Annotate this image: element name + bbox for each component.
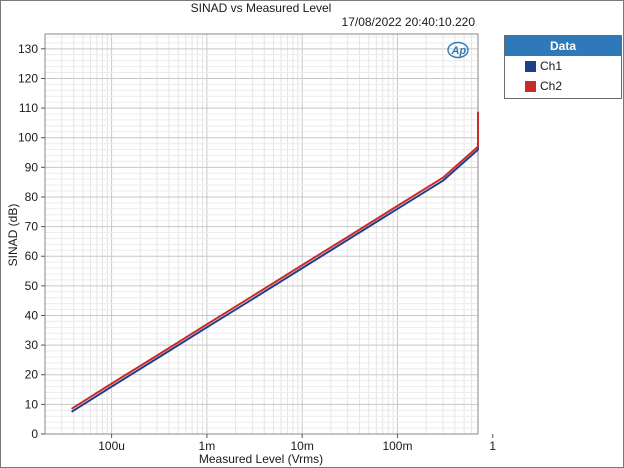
y-tick-label: 70 — [25, 220, 39, 234]
x-tick-label: 10m — [291, 439, 314, 453]
legend-title: Data — [505, 36, 621, 56]
ap-logo-icon: Ap — [447, 41, 469, 59]
y-tick-label: 110 — [19, 101, 38, 115]
y-tick-label: 80 — [25, 190, 39, 204]
legend-swatch-ch2 — [525, 80, 536, 92]
legend-item-ch1[interactable]: Ch1 — [505, 56, 621, 76]
svg-text:Ap: Ap — [451, 45, 467, 57]
x-tick-label: 100m — [382, 439, 412, 453]
y-tick-label: 100 — [18, 131, 38, 145]
y-tick-label: 60 — [25, 249, 39, 263]
x-tick-label: 100u — [98, 439, 125, 453]
y-tick-label: 120 — [18, 71, 38, 85]
x-tick-label: 1 — [489, 439, 496, 453]
legend-swatch-ch1 — [525, 60, 536, 72]
legend-item-ch2[interactable]: Ch2 — [505, 76, 621, 96]
y-tick-label: 20 — [25, 368, 39, 382]
x-axis-label: Measured Level (Vrms) — [198, 452, 324, 466]
y-tick-label: 0 — [31, 427, 38, 441]
legend: Data Ch1 Ch2 — [504, 35, 622, 99]
y-tick-label: 130 — [18, 42, 38, 56]
y-tick-label: 30 — [25, 338, 39, 352]
y-tick-label: 50 — [25, 279, 39, 293]
y-tick-label: 90 — [25, 160, 39, 174]
x-tick-label: 1m — [199, 439, 216, 453]
legend-label-ch2: Ch2 — [540, 79, 563, 93]
chart-frame: SINAD vs Measured Level 17/08/2022 20:40… — [0, 0, 624, 468]
y-tick-label: 10 — [25, 397, 39, 411]
y-tick-label: 40 — [25, 308, 39, 322]
plot-area — [45, 34, 478, 434]
y-axis-label: SINAD (dB) — [6, 203, 20, 267]
legend-label-ch1: Ch1 — [540, 59, 563, 73]
